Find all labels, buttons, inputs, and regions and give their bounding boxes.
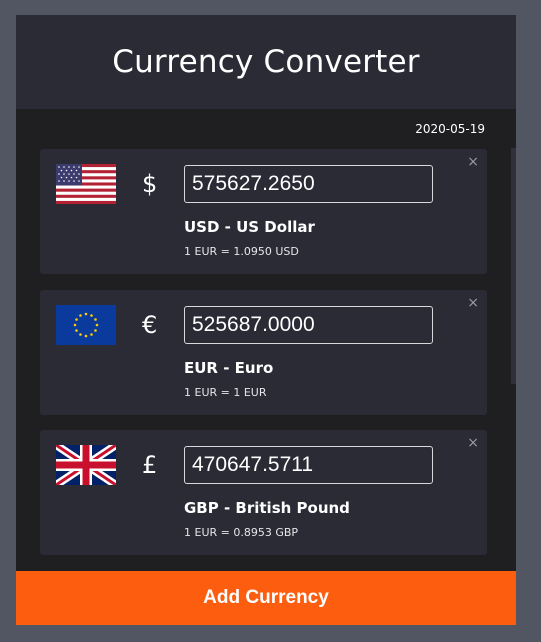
currency-converter-app: Currency Converter 2020-05-19 $ 575627.2… <box>16 15 516 625</box>
currency-symbol: € <box>142 311 158 339</box>
currency-name: GBP - British Pound <box>184 499 350 517</box>
amount-input-gbp[interactable] <box>184 446 433 484</box>
add-currency-button[interactable]: Add Currency <box>16 571 516 625</box>
scrollbar[interactable] <box>511 148 516 384</box>
currency-card-gbp: £ × GBP - British Pound 1 EUR = 0.8953 G… <box>40 430 487 555</box>
close-icon[interactable]: × <box>467 296 479 310</box>
currency-card-eur: € × EUR - Euro 1 EUR = 1 EUR <box>40 290 487 415</box>
amount-input-eur[interactable] <box>184 306 433 344</box>
close-icon[interactable]: × <box>467 436 479 450</box>
currency-symbol: £ <box>142 451 158 479</box>
exchange-rate: 1 EUR = 1.0950 USD <box>184 245 299 258</box>
amount-input-usd[interactable] <box>184 165 433 203</box>
currency-symbol: $ <box>142 170 158 198</box>
eu-flag-icon <box>56 305 116 345</box>
us-flag-icon <box>56 164 116 204</box>
exchange-rate: 1 EUR = 1 EUR <box>184 386 267 399</box>
page-title: Currency Converter <box>112 44 420 80</box>
close-icon[interactable]: × <box>467 155 479 169</box>
app-header: Currency Converter <box>16 15 516 109</box>
currency-card-usd: $ × USD - US Dollar 1 EUR = 1.0950 USD <box>40 149 487 274</box>
currency-name: USD - US Dollar <box>184 218 315 236</box>
rates-date: 2020-05-19 <box>415 122 485 136</box>
exchange-rate: 1 EUR = 0.8953 GBP <box>184 526 299 539</box>
uk-flag-icon <box>56 445 116 485</box>
currency-name: EUR - Euro <box>184 359 274 377</box>
